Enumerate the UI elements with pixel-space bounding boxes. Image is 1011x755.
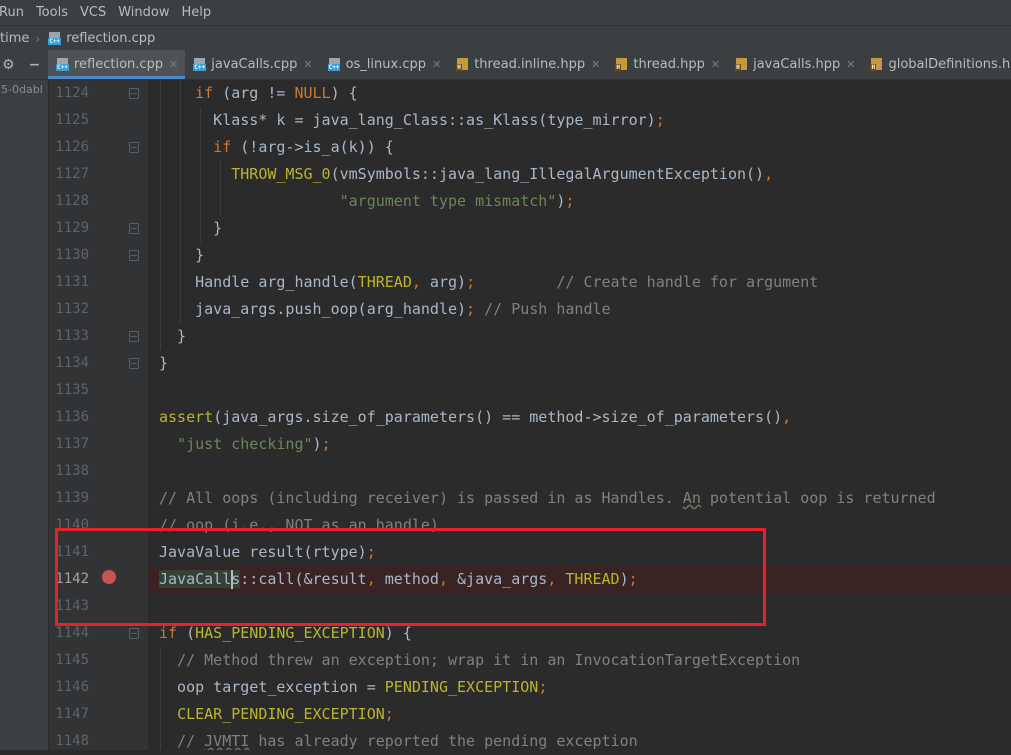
tab-thread-inline-hpp[interactable]: H thread.inline.hpp ✕: [448, 50, 607, 79]
breadcrumb-root[interactable]: time: [0, 31, 29, 46]
line-number: 1128: [55, 193, 89, 209]
tab-label: javaCalls.hpp: [753, 57, 841, 72]
line-number: 1139: [55, 490, 89, 506]
header-file-icon: H: [615, 58, 629, 71]
code-line[interactable]: CLEAR_PENDING_EXCEPTION;: [159, 701, 394, 728]
menu-run[interactable]: Run: [0, 5, 29, 20]
line-number: 1132: [55, 301, 89, 317]
line-number: 1134: [55, 355, 89, 371]
line-number: 1135: [55, 382, 89, 398]
line-number: 1127: [55, 166, 89, 182]
line-number: 1137: [55, 436, 89, 452]
close-icon[interactable]: ✕: [432, 58, 441, 71]
cpp-file-icon: C++: [193, 58, 207, 71]
tab-javacalls-hpp[interactable]: H javaCalls.hpp ✕: [727, 50, 862, 79]
header-file-icon: H: [870, 58, 884, 71]
line-number: 1129: [55, 220, 89, 236]
tab-globaldefinitions-hpp[interactable]: H globalDefinitions.hpp ✕: [862, 50, 1011, 79]
fold-marker-icon[interactable]: [129, 331, 139, 342]
gear-icon[interactable]: ⚙: [2, 57, 15, 73]
line-number: 1124: [55, 85, 89, 101]
fold-marker-icon[interactable]: [129, 358, 139, 369]
menu-tools[interactable]: Tools: [29, 5, 73, 20]
tab-label: javaCalls.cpp: [211, 57, 298, 72]
tab-reflection-cpp[interactable]: C++ reflection.cpp ✕: [48, 50, 186, 79]
close-icon[interactable]: ✕: [169, 58, 178, 71]
close-icon[interactable]: ✕: [711, 58, 720, 71]
header-file-icon: H: [456, 58, 470, 71]
code-line[interactable]: Klass* k = java_lang_Class::as_Klass(typ…: [159, 107, 665, 134]
code-line[interactable]: // All oops (including receiver) is pass…: [159, 485, 936, 512]
line-number: 1125: [55, 112, 89, 128]
code-line[interactable]: if (arg != NULL) {: [159, 80, 358, 107]
code-line[interactable]: }: [159, 242, 204, 269]
tab-os-linux-cpp[interactable]: C++ os_linux.cpp ✕: [320, 50, 449, 79]
breadcrumb: time › C++ reflection.cpp: [0, 25, 1011, 51]
header-file-icon: H: [735, 58, 749, 71]
code-line[interactable]: oop target_exception = PENDING_EXCEPTION…: [159, 674, 547, 701]
code-line[interactable]: // Method threw an exception; wrap it in…: [159, 647, 800, 674]
line-number: 1146: [55, 679, 89, 695]
tab-label: globalDefinitions.hpp: [888, 57, 1011, 72]
cpp-file-icon: C++: [327, 58, 342, 71]
minus-icon[interactable]: −: [29, 57, 41, 73]
tab-javacalls-cpp[interactable]: C++ javaCalls.cpp ✕: [185, 50, 319, 79]
code-line[interactable]: }: [159, 350, 168, 377]
cpp-file-icon: C++: [56, 58, 70, 71]
tab-label: os_linux.cpp: [345, 57, 426, 72]
menu-bar: Run Tools VCS Window Help: [0, 0, 1011, 25]
code-line[interactable]: "argument type mismatch");: [159, 188, 575, 215]
close-icon[interactable]: ✕: [591, 58, 600, 71]
line-number: 1131: [55, 274, 89, 290]
code-editor[interactable]: if (arg != NULL) { Klass* k = java_lang_…: [148, 80, 1011, 750]
line-number: 1126: [55, 139, 89, 155]
code-line[interactable]: // JVMTI has already reported the pendin…: [159, 728, 638, 750]
tab-label: reflection.cpp: [74, 57, 164, 72]
tab-label: thread.inline.hpp: [474, 57, 586, 72]
fold-marker-icon[interactable]: [129, 142, 139, 153]
menu-vcs[interactable]: VCS: [73, 5, 111, 20]
code-line[interactable]: THROW_MSG_0(vmSymbols::java_lang_Illegal…: [159, 161, 773, 188]
editor-tab-bar: ⚙ − C++ reflection.cpp ✕ C++ javaCalls.c…: [0, 50, 1011, 80]
code-line[interactable]: if (!arg->is_a(k)) {: [159, 134, 394, 161]
code-line[interactable]: "just checking");: [159, 431, 331, 458]
fold-marker-icon[interactable]: [129, 250, 139, 261]
project-tool-icons: ⚙ −: [0, 50, 48, 79]
tab-label: thread.hpp: [633, 57, 705, 72]
menu-window[interactable]: Window: [111, 5, 174, 20]
breadcrumb-separator-icon: ›: [35, 31, 41, 46]
code-line[interactable]: }: [159, 323, 186, 350]
code-line[interactable]: assert(java_args.size_of_parameters() ==…: [159, 404, 791, 431]
line-number: 1138: [55, 463, 89, 479]
highlight-annotation-box: [55, 528, 766, 626]
line-number: 1130: [55, 247, 89, 263]
code-line[interactable]: java_args.push_oop(arg_handle); // Push …: [159, 296, 610, 323]
line-number: 1145: [55, 652, 89, 668]
fold-marker-icon[interactable]: [129, 88, 139, 99]
project-panel[interactable]: i5-0dabl: [0, 80, 48, 750]
code-line[interactable]: }: [159, 215, 222, 242]
close-icon[interactable]: ✕: [303, 58, 312, 71]
editor-gutter[interactable]: 1124 1125 1126 1127 1128 1129 1130 1131 …: [48, 80, 149, 750]
line-number: 1133: [55, 328, 89, 344]
code-line[interactable]: Handle arg_handle(THREAD, arg); // Creat…: [159, 269, 818, 296]
line-number: 1148: [55, 733, 89, 749]
breadcrumb-file[interactable]: reflection.cpp: [66, 31, 155, 46]
project-tree-fragment[interactable]: i5-0dabl: [0, 83, 43, 96]
tabs: C++ reflection.cpp ✕ C++ javaCalls.cpp ✕…: [48, 50, 1011, 79]
line-number: 1136: [55, 409, 89, 425]
close-icon[interactable]: ✕: [846, 58, 855, 71]
line-number: 1147: [55, 706, 89, 722]
cpp-file-icon: C++: [48, 32, 62, 45]
fold-marker-icon[interactable]: [129, 628, 139, 639]
tab-thread-hpp[interactable]: H thread.hpp ✕: [607, 50, 727, 79]
menu-help[interactable]: Help: [174, 5, 216, 20]
fold-marker-icon[interactable]: [129, 223, 139, 234]
